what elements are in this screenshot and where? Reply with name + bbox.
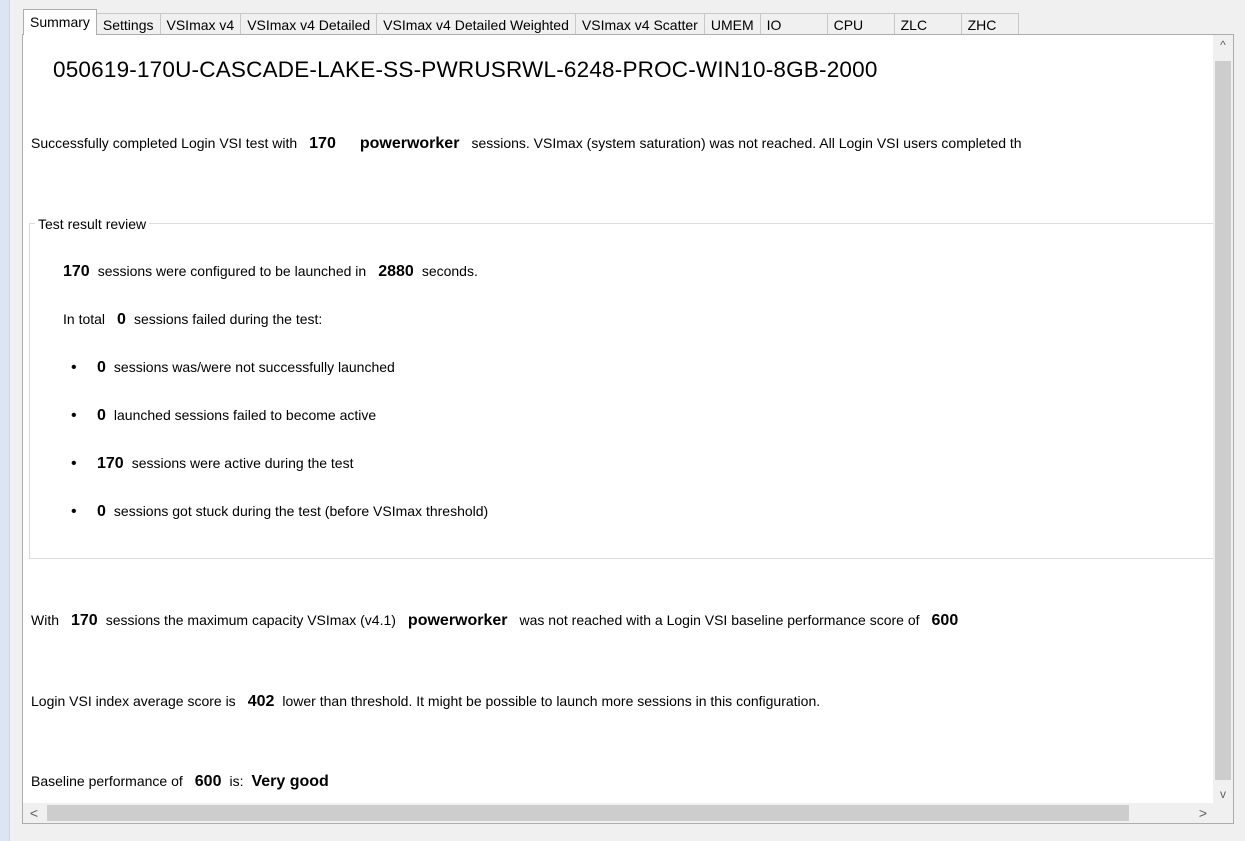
horizontal-scroll-thumb[interactable] bbox=[47, 805, 1129, 821]
index-suffix: lower than threshold. It might be possib… bbox=[282, 693, 821, 709]
capacity-sessions: 170 bbox=[71, 612, 98, 629]
test-result-review-legend: Test result review bbox=[35, 216, 150, 232]
horizontal-scrollbar[interactable]: < > bbox=[23, 803, 1215, 823]
configured-sessions: 170 bbox=[63, 263, 90, 280]
summary-workload: powerworker bbox=[359, 135, 460, 152]
capacity-workload: powerworker bbox=[407, 612, 508, 629]
baseline-prefix: Baseline performance of bbox=[31, 773, 183, 789]
tab-cpu[interactable]: CPU bbox=[826, 13, 895, 35]
tab-bar: Summary Settings VSImax v4 VSImax v4 Det… bbox=[23, 9, 1019, 35]
capacity-prefix: With bbox=[31, 612, 59, 628]
capacity-middle: sessions the maximum capacity VSImax (v4… bbox=[105, 612, 396, 628]
index-line: Login VSI index average score is 402 lower… bbox=[31, 693, 820, 711]
capacity-score: 600 bbox=[931, 612, 959, 629]
bullet-text: sessions were active during the test bbox=[131, 455, 354, 471]
index-prefix: Login VSI index average score is bbox=[31, 693, 236, 709]
configured-text: sessions were configured to be launched … bbox=[97, 263, 367, 279]
bullet-icon: • bbox=[71, 407, 77, 424]
bullet-value: 0 bbox=[97, 407, 106, 424]
tab-summary[interactable]: Summary bbox=[23, 9, 97, 35]
tab-vsimax-v4-detailed[interactable]: VSImax v4 Detailed bbox=[240, 13, 378, 35]
bullet-text: launched sessions failed to become activ… bbox=[113, 407, 377, 423]
report-title: 050619-170U-CASCADE-LAKE-SS-PWRUSRWL-624… bbox=[53, 57, 878, 82]
failed-prefix: In total bbox=[63, 311, 106, 327]
summary-sessions: 170 bbox=[309, 135, 336, 152]
window-left-edge bbox=[0, 0, 10, 841]
scroll-up-arrow-icon[interactable]: ^ bbox=[1213, 38, 1233, 52]
scrollbar-corner bbox=[1213, 803, 1233, 823]
tab-settings[interactable]: Settings bbox=[95, 13, 161, 35]
bullet-value: 0 bbox=[97, 503, 106, 520]
bullet-item: • 0 sessions got stuck during the test (be… bbox=[71, 503, 488, 521]
bullet-icon: • bbox=[71, 359, 77, 376]
tab-io[interactable]: IO bbox=[759, 13, 828, 35]
tab-zhc[interactable]: ZHC bbox=[960, 13, 1019, 35]
bullet-item: • 0 sessions was/were not successfully lau… bbox=[71, 359, 395, 377]
vertical-scrollbar[interactable]: ^ v bbox=[1213, 35, 1233, 805]
configured-line: 170 sessions were configured to be launch… bbox=[63, 263, 478, 281]
scroll-down-arrow-icon[interactable]: v bbox=[1213, 787, 1233, 801]
bullet-value: 0 bbox=[97, 359, 106, 376]
scroll-right-arrow-icon[interactable]: > bbox=[1193, 805, 1213, 821]
tab-zlc[interactable]: ZLC bbox=[893, 13, 962, 35]
bullet-value: 170 bbox=[97, 455, 124, 472]
configured-seconds-label: seconds. bbox=[421, 263, 478, 279]
bullet-text: sessions got stuck during the test (befo… bbox=[113, 503, 489, 519]
tab-vsimax-v4-detailed-weighted[interactable]: VSImax v4 Detailed Weighted bbox=[376, 13, 576, 35]
baseline-middle: is: bbox=[229, 773, 244, 789]
summary-suffix: sessions. VSImax (system saturation) was… bbox=[471, 135, 1022, 151]
bullet-item: • 170 sessions were active during the test bbox=[71, 455, 353, 473]
baseline-score: 600 bbox=[194, 773, 222, 790]
baseline-rating: Very good bbox=[251, 773, 329, 790]
bullet-text: sessions was/were not successfully launc… bbox=[113, 359, 395, 375]
bullet-item: • 0 launched sessions failed to become act… bbox=[71, 407, 376, 425]
summary-prefix: Successfully completed Login VSI test wi… bbox=[31, 135, 298, 151]
baseline-line: Baseline performance of 600 is: Very good bbox=[31, 773, 329, 791]
tab-umem[interactable]: UMEM bbox=[703, 13, 761, 35]
bullet-icon: • bbox=[71, 503, 77, 520]
capacity-suffix: was not reached with a Login VSI baselin… bbox=[519, 612, 920, 628]
failed-total-line: In total 0 sessions failed during the test… bbox=[63, 311, 322, 329]
index-score: 402 bbox=[247, 693, 275, 710]
vertical-scroll-thumb[interactable] bbox=[1215, 61, 1231, 780]
summary-content: 050619-170U-CASCADE-LAKE-SS-PWRUSRWL-624… bbox=[23, 35, 1215, 805]
failed-value: 0 bbox=[117, 311, 126, 328]
summary-panel: 050619-170U-CASCADE-LAKE-SS-PWRUSRWL-624… bbox=[22, 34, 1234, 824]
bullet-icon: • bbox=[71, 455, 77, 472]
configured-seconds-value: 2880 bbox=[378, 263, 414, 280]
summary-line: Successfully completed Login VSI test wi… bbox=[31, 135, 1022, 153]
failed-text: sessions failed during the test: bbox=[133, 311, 323, 327]
tab-vsimax-v4-scatter[interactable]: VSImax v4 Scatter bbox=[574, 13, 705, 35]
scroll-left-arrow-icon[interactable]: < bbox=[24, 805, 44, 821]
tab-vsimax-v4[interactable]: VSImax v4 bbox=[159, 13, 242, 35]
capacity-line: With 170 sessions the maximum capacity VSI… bbox=[31, 612, 958, 630]
